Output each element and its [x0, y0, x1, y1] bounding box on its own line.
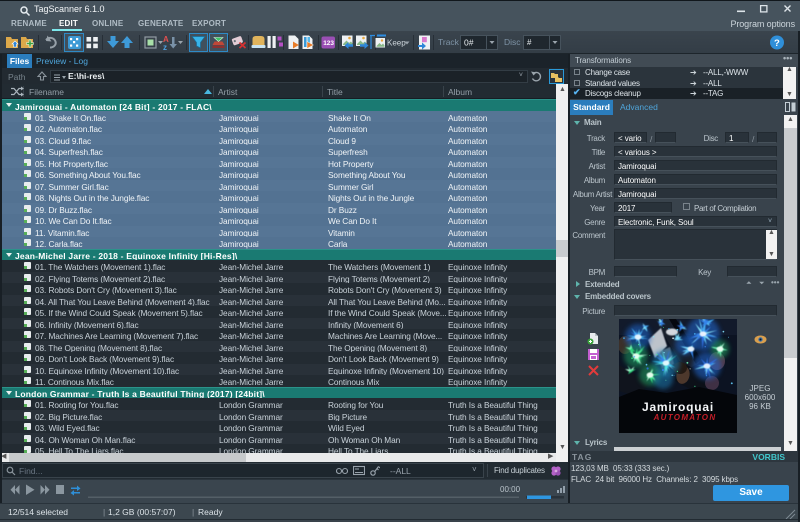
svg-text:Jamiroquai: Jamiroquai — [642, 400, 714, 414]
svg-text:00:00: 00:00 — [500, 485, 521, 494]
svg-text:0#: 0# — [464, 38, 474, 48]
svg-text:Track: Track — [438, 37, 460, 47]
svg-text:AUTOMATON: AUTOMATON — [653, 413, 717, 422]
svg-text:123: 123 — [323, 40, 334, 47]
svg-text:Keep: Keep — [387, 39, 406, 48]
svg-text:z: z — [163, 43, 167, 52]
svg-text:Disc: Disc — [504, 37, 521, 47]
svg-text:#: # — [527, 38, 532, 47]
svg-text:?: ? — [774, 38, 780, 49]
